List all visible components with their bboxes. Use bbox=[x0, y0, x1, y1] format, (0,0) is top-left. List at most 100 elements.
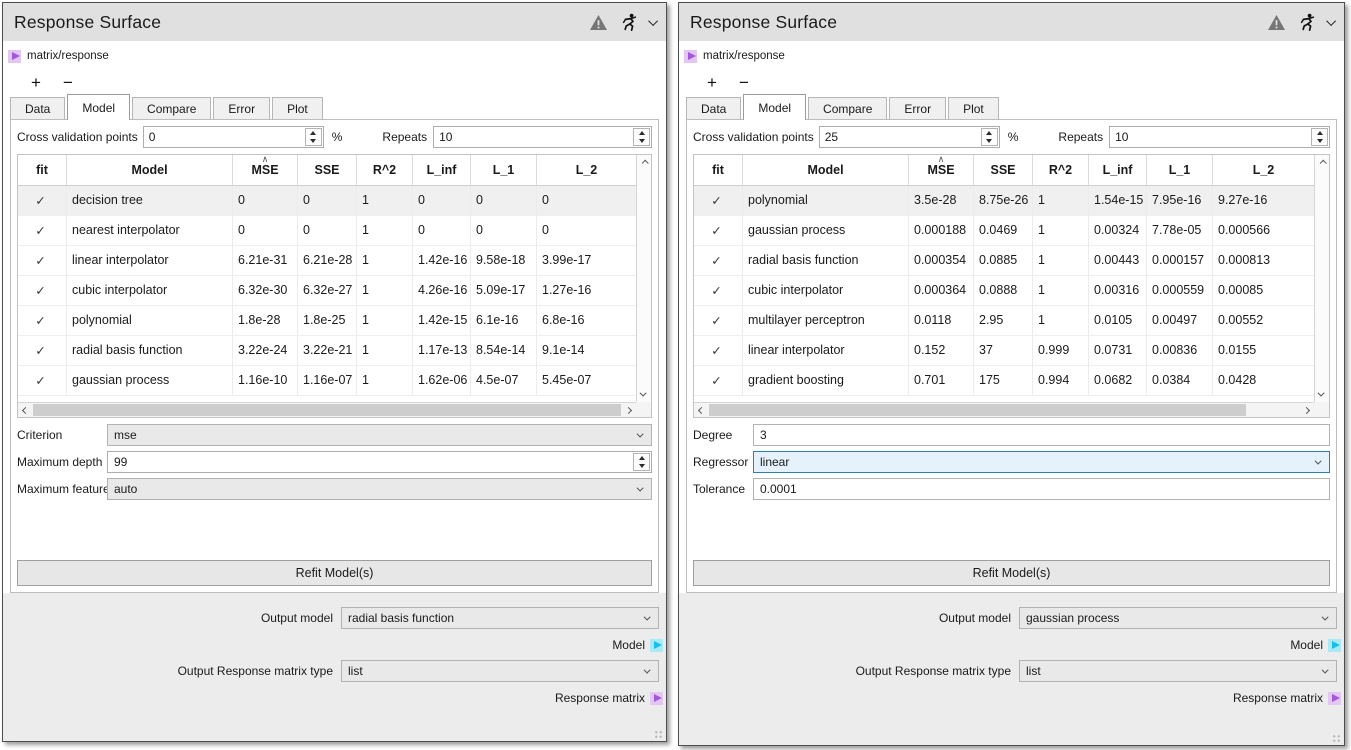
table-row[interactable]: ✓ cubic interpolator 6.32e-30 6.32e-27 1… bbox=[18, 276, 636, 306]
col-mse[interactable]: ∧MSE bbox=[233, 155, 298, 186]
tab-data[interactable]: Data bbox=[10, 97, 65, 119]
add-button[interactable]: + bbox=[707, 74, 717, 91]
tab-model[interactable]: Model bbox=[743, 94, 806, 120]
cross-validation-input[interactable]: 0 bbox=[143, 126, 324, 148]
table-row[interactable]: ✓ radial basis function 3.22e-24 3.22e-2… bbox=[18, 336, 636, 366]
run-icon[interactable] bbox=[622, 13, 637, 31]
fit-checkbox[interactable]: ✓ bbox=[694, 276, 743, 306]
col-sse[interactable]: SSE bbox=[298, 155, 357, 186]
model-output-port-icon[interactable] bbox=[650, 639, 663, 652]
col-linf[interactable]: L_inf bbox=[413, 155, 471, 186]
table-row[interactable]: ✓ cubic interpolator 0.000364 0.0888 1 0… bbox=[694, 276, 1314, 306]
title-bar[interactable]: Response Surface bbox=[679, 3, 1344, 41]
col-r2[interactable]: R^2 bbox=[1033, 155, 1089, 186]
table-row[interactable]: ✓ linear interpolator 0.152 37 0.999 0.0… bbox=[694, 336, 1314, 366]
spin-buttons[interactable] bbox=[633, 453, 650, 471]
tab-compare[interactable]: Compare bbox=[808, 97, 887, 119]
scroll-left-button[interactable] bbox=[694, 403, 709, 417]
col-model[interactable]: Model bbox=[67, 155, 233, 186]
repeats-input[interactable]: 10 bbox=[433, 126, 652, 148]
scrollbar-thumb[interactable] bbox=[33, 404, 621, 416]
regressor-select[interactable]: linear bbox=[753, 451, 1330, 473]
vertical-scrollbar[interactable] bbox=[1314, 155, 1329, 402]
refit-models-button[interactable]: Refit Model(s) bbox=[17, 560, 652, 586]
fit-checkbox[interactable]: ✓ bbox=[18, 216, 67, 246]
degree-input[interactable]: 3 bbox=[753, 424, 1330, 446]
fit-checkbox[interactable]: ✓ bbox=[694, 246, 743, 276]
spin-buttons[interactable] bbox=[633, 128, 650, 146]
fit-checkbox[interactable]: ✓ bbox=[694, 216, 743, 246]
cross-validation-input[interactable]: 25 bbox=[819, 126, 1000, 148]
output-model-select[interactable]: gaussian process bbox=[1019, 607, 1337, 629]
scroll-up-button[interactable] bbox=[1315, 155, 1329, 170]
scroll-right-button[interactable] bbox=[621, 403, 636, 417]
remove-button[interactable]: − bbox=[63, 74, 73, 91]
table-row[interactable]: ✓ gradient boosting 0.701 175 0.994 0.06… bbox=[694, 366, 1314, 396]
matrix-response-port-icon[interactable] bbox=[684, 50, 697, 63]
tolerance-input[interactable]: 0.0001 bbox=[753, 478, 1330, 500]
response-matrix-port-icon[interactable] bbox=[650, 692, 663, 705]
fit-checkbox[interactable]: ✓ bbox=[694, 186, 743, 216]
col-sse[interactable]: SSE bbox=[974, 155, 1033, 186]
fit-checkbox[interactable]: ✓ bbox=[18, 186, 67, 216]
fit-checkbox[interactable]: ✓ bbox=[694, 306, 743, 336]
table-row[interactable]: ✓ gaussian process 1.16e-10 1.16e-07 1 1… bbox=[18, 366, 636, 396]
title-bar[interactable]: Response Surface bbox=[3, 3, 666, 41]
repeats-input[interactable]: 10 bbox=[1109, 126, 1330, 148]
spin-buttons[interactable] bbox=[305, 128, 322, 146]
col-r2[interactable]: R^2 bbox=[357, 155, 413, 186]
col-linf[interactable]: L_inf bbox=[1089, 155, 1147, 186]
scroll-down-button[interactable] bbox=[637, 387, 651, 402]
tab-error[interactable]: Error bbox=[889, 97, 946, 119]
col-fit[interactable]: fit bbox=[18, 155, 67, 186]
matrix-type-select[interactable]: list bbox=[341, 660, 659, 682]
scroll-right-button[interactable] bbox=[1299, 403, 1314, 417]
maximum-features-select[interactable]: auto bbox=[107, 478, 652, 500]
scroll-down-button[interactable] bbox=[1315, 387, 1329, 402]
col-mse[interactable]: ∧MSE bbox=[909, 155, 974, 186]
fit-checkbox[interactable]: ✓ bbox=[18, 366, 67, 396]
spin-buttons[interactable] bbox=[1311, 128, 1328, 146]
table-row[interactable]: ✓ gaussian process 0.000188 0.0469 1 0.0… bbox=[694, 216, 1314, 246]
tab-model[interactable]: Model bbox=[67, 94, 130, 120]
response-matrix-port-icon[interactable] bbox=[1328, 692, 1341, 705]
col-l2[interactable]: L_2 bbox=[1213, 155, 1314, 186]
tab-error[interactable]: Error bbox=[213, 97, 270, 119]
fit-checkbox[interactable]: ✓ bbox=[18, 246, 67, 276]
table-row[interactable]: ✓ linear interpolator 6.21e-31 6.21e-28 … bbox=[18, 246, 636, 276]
table-row[interactable]: ✓ decision tree 0 0 1 0 0 0 bbox=[18, 186, 636, 216]
scroll-left-button[interactable] bbox=[18, 403, 33, 417]
scroll-up-button[interactable] bbox=[637, 155, 651, 170]
fit-checkbox[interactable]: ✓ bbox=[694, 336, 743, 366]
horizontal-scrollbar[interactable] bbox=[18, 402, 636, 417]
run-icon[interactable] bbox=[1300, 13, 1315, 31]
fit-checkbox[interactable]: ✓ bbox=[18, 306, 67, 336]
table-row[interactable]: ✓ polynomial 3.5e-28 8.75e-26 1 1.54e-15… bbox=[694, 186, 1314, 216]
refit-models-button[interactable]: Refit Model(s) bbox=[693, 560, 1330, 586]
horizontal-scrollbar[interactable] bbox=[694, 402, 1314, 417]
tab-plot[interactable]: Plot bbox=[272, 97, 323, 119]
collapse-chevron-icon[interactable] bbox=[651, 19, 658, 26]
col-l1[interactable]: L_1 bbox=[471, 155, 537, 186]
matrix-response-port-icon[interactable] bbox=[8, 50, 21, 63]
fit-checkbox[interactable]: ✓ bbox=[18, 276, 67, 306]
resize-grip[interactable] bbox=[1332, 734, 1341, 743]
criterion-select[interactable]: mse bbox=[107, 424, 652, 446]
collapse-chevron-icon[interactable] bbox=[1329, 19, 1336, 26]
model-output-port-icon[interactable] bbox=[1328, 639, 1341, 652]
col-fit[interactable]: fit bbox=[694, 155, 743, 186]
table-row[interactable]: ✓ nearest interpolator 0 0 1 0 0 0 bbox=[18, 216, 636, 246]
output-model-select[interactable]: radial basis function bbox=[341, 607, 659, 629]
fit-checkbox[interactable]: ✓ bbox=[694, 366, 743, 396]
col-model[interactable]: Model bbox=[743, 155, 909, 186]
tab-data[interactable]: Data bbox=[686, 97, 741, 119]
table-row[interactable]: ✓ polynomial 1.8e-28 1.8e-25 1 1.42e-15 … bbox=[18, 306, 636, 336]
resize-grip[interactable] bbox=[654, 730, 663, 739]
fit-checkbox[interactable]: ✓ bbox=[18, 336, 67, 366]
col-l2[interactable]: L_2 bbox=[537, 155, 636, 186]
remove-button[interactable]: − bbox=[739, 74, 749, 91]
matrix-type-select[interactable]: list bbox=[1019, 660, 1337, 682]
spin-buttons[interactable] bbox=[981, 128, 998, 146]
table-row[interactable]: ✓ multilayer perceptron 0.0118 2.95 1 0.… bbox=[694, 306, 1314, 336]
tab-plot[interactable]: Plot bbox=[948, 97, 999, 119]
